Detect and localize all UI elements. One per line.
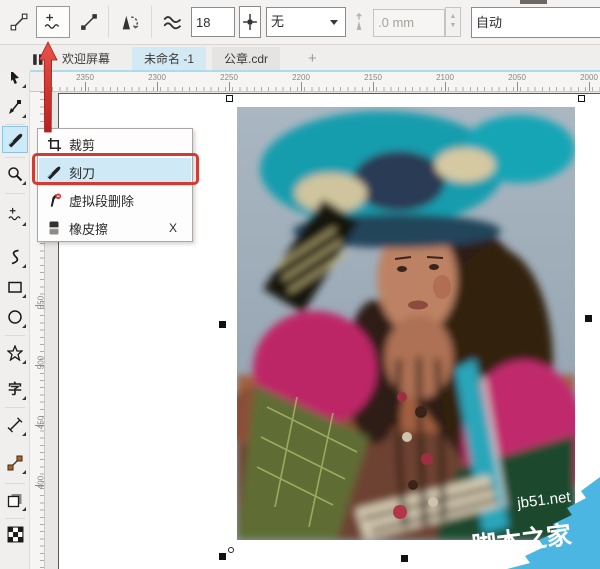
plus-icon: +: [308, 50, 317, 67]
outline-style-value: 无: [271, 14, 284, 29]
polyline-button[interactable]: [74, 6, 104, 38]
rectangle-icon: [7, 279, 23, 295]
ruler-label: 2000: [580, 73, 598, 82]
outline-style-dropdown[interactable]: 无: [266, 7, 346, 37]
connector-tool-button[interactable]: [2, 449, 28, 476]
ellipse-tool-button[interactable]: [2, 303, 28, 330]
outline-width-input: .0 mm: [373, 9, 445, 37]
pen-pressure-button-disabled: [349, 6, 369, 38]
ruler-label: 2250: [220, 73, 238, 82]
toolbox: 字: [0, 45, 30, 569]
outline-width-spinner: ▲▼: [445, 7, 461, 37]
bspline-tool-button[interactable]: [2, 243, 28, 270]
ruler-label: 2300: [148, 73, 166, 82]
magnifier-icon: [7, 166, 23, 182]
auto-close-dropdown[interactable]: 自动: [471, 7, 600, 38]
ruler-label: 2350: [76, 73, 94, 82]
double-wave-icon: [161, 12, 185, 32]
chevron-down-icon: [330, 20, 338, 25]
tab-label: 欢迎屏幕: [62, 52, 110, 66]
s-curve-icon: [8, 249, 23, 265]
freehand-mode-button[interactable]: [36, 6, 70, 38]
knife-icon: [7, 131, 24, 148]
polyline-icon: [80, 13, 98, 31]
freehand-plus-squiggle-icon: [43, 11, 63, 33]
document-tab-bar: 欢迎屏幕 未命名 -1 公章.cdr +: [0, 45, 600, 72]
freehand-tool-button[interactable]: [2, 201, 28, 228]
new-tab-button[interactable]: +: [296, 47, 329, 71]
dimension-tool-button[interactable]: [2, 411, 28, 438]
zoom-tool-button[interactable]: [2, 160, 28, 187]
fill-tool-button[interactable]: [2, 521, 28, 548]
rectangle-tool-button[interactable]: [2, 273, 28, 300]
drop-shadow-icon: [7, 492, 23, 508]
pen-pressure-icon: [351, 12, 367, 32]
eraser-icon: [39, 220, 69, 236]
ruler-label: 2050: [508, 73, 526, 82]
checkerboard-icon: [7, 526, 24, 543]
text-tool-glyph: 字: [8, 379, 22, 399]
ruler-label: 2150: [364, 73, 382, 82]
close-curve-button[interactable]: [113, 6, 147, 38]
property-bar: 无 .0 mm ▲▼ 自动: [0, 0, 600, 45]
two-point-line-icon: [10, 13, 28, 31]
menu-item-eraser[interactable]: 橡皮擦 X: [39, 214, 191, 242]
tab-label: 公章.cdr: [224, 52, 268, 66]
close-curve-icon: [119, 12, 141, 32]
separator: [151, 6, 152, 38]
separator: [108, 6, 109, 38]
virtual-segment-delete-icon: [39, 192, 69, 208]
outline-width-value: .0 mm: [378, 15, 414, 30]
selection-handle-mid-left[interactable]: [219, 321, 226, 328]
ellipse-icon: [7, 309, 23, 325]
dimension-line-icon: [7, 417, 23, 433]
annotation-highlight-box: [32, 153, 199, 185]
window-edge-artifact: [520, 0, 547, 4]
crop-tool-flyout-menu: 裁剪 刻刀 虚拟段删除: [37, 128, 193, 242]
smoothing-value-input[interactable]: [191, 7, 235, 37]
menu-item-label: 裁剪: [69, 135, 95, 154]
tab-accent-line: [30, 70, 600, 72]
selection-handle-top-left[interactable]: [226, 95, 233, 102]
menu-item-virtual-segment-delete[interactable]: 虚拟段删除: [39, 186, 191, 214]
connector-icon: [7, 455, 23, 471]
tab-label: 未命名 -1: [144, 52, 194, 66]
tab-gongzhang-cdr[interactable]: 公章.cdr: [212, 47, 280, 71]
horizontal-ruler: 2350 2300 2250 2200 2150 2100 2050 2000: [45, 72, 600, 92]
ruler-label: 500: [37, 353, 46, 373]
ruler-label: 2100: [436, 73, 454, 82]
star-icon: [7, 345, 23, 361]
node-indicator: [228, 547, 234, 553]
watermark-banner: jb51.net 脚本之家: [445, 465, 600, 569]
selection-handle-top-right[interactable]: [578, 95, 585, 102]
selection-handle-bottom-mid[interactable]: [401, 555, 408, 562]
annotation-arrow-up: [36, 40, 60, 140]
smooth-curve-button[interactable]: [156, 6, 190, 38]
shadow-tool-button[interactable]: [2, 486, 28, 513]
shape-node-icon: [7, 99, 23, 115]
two-point-line-button[interactable]: [4, 6, 34, 38]
menu-item-shortcut: X: [169, 221, 177, 235]
shape-tool-button[interactable]: [2, 93, 28, 120]
freehand-plus-squiggle-icon: [7, 206, 24, 223]
selection-handle-bottom-left[interactable]: [219, 553, 226, 560]
tab-untitled-1[interactable]: 未命名 -1: [132, 47, 206, 71]
coreldraw-window: 无 .0 mm ▲▼ 自动 欢迎屏幕 未命名 -1 公章.cdr +: [0, 0, 600, 569]
border-cut-icon: [242, 12, 258, 32]
watermark-url: jb51.net: [515, 488, 572, 512]
selection-handle-mid-right[interactable]: [585, 315, 592, 322]
ruler-label: 400: [37, 473, 46, 493]
ruler-label: 2200: [292, 73, 310, 82]
ruler-label: 550: [37, 293, 46, 313]
site-watermark: jb51.net 脚本之家: [445, 465, 600, 569]
ruler-label: 450: [37, 413, 46, 433]
auto-close-value: 自动: [476, 15, 502, 30]
menu-item-label: 橡皮擦: [69, 219, 108, 238]
border-cut-button[interactable]: [239, 6, 261, 38]
polygon-tool-button[interactable]: [2, 339, 28, 366]
text-tool-button[interactable]: 字: [2, 375, 28, 402]
tab-welcome-screen[interactable]: 欢迎屏幕: [50, 47, 122, 71]
menu-item-label: 虚拟段删除: [69, 191, 134, 210]
knife-tool-button[interactable]: [2, 126, 28, 153]
